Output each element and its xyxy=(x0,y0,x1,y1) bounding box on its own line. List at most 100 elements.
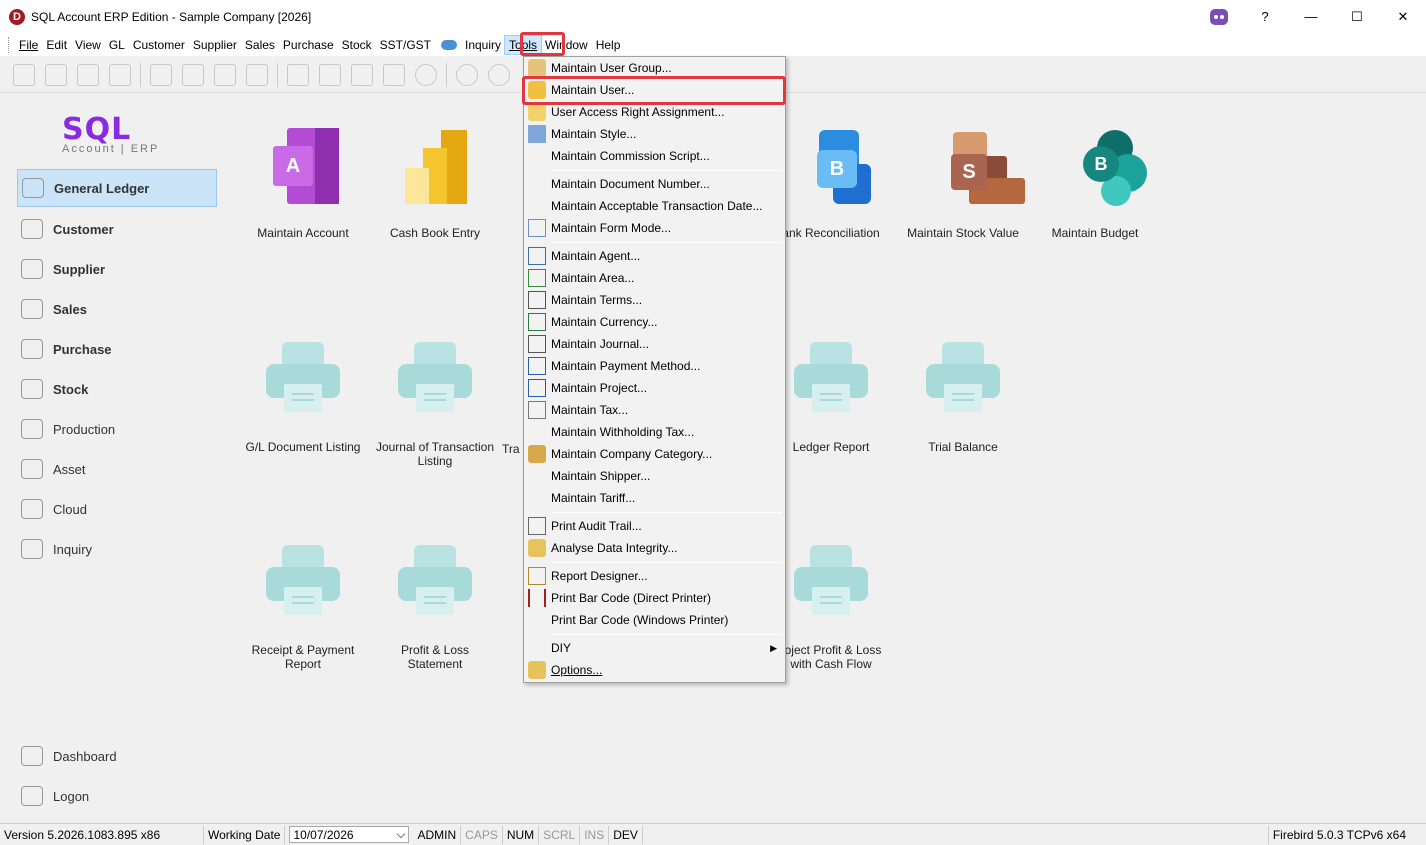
tile-cash-book-entry[interactable]: Cash Book Entry xyxy=(370,128,500,240)
help-button[interactable]: ? xyxy=(1242,0,1288,33)
sidebar-item-inquiry[interactable]: Inquiry xyxy=(17,530,217,568)
menu-sst-gst[interactable]: SST/GST xyxy=(376,36,435,54)
menu-edit[interactable]: Edit xyxy=(42,36,71,54)
cashbook-icon xyxy=(395,128,475,208)
next-record-icon[interactable] xyxy=(214,63,236,86)
menu-item-maintain-user[interactable]: Maintain User... xyxy=(526,79,783,101)
new-icon[interactable] xyxy=(287,63,309,86)
brand-logo: SQL Account | ERP xyxy=(62,112,160,155)
sidebar-item-customer[interactable]: Customer xyxy=(17,210,217,248)
printer-icon xyxy=(395,342,475,422)
menu-tools[interactable]: Tools xyxy=(504,34,543,55)
tile-journal-of-transaction-listing[interactable]: Journal of Transaction Listing xyxy=(370,342,500,468)
sidebar-item-logon[interactable]: Logon xyxy=(17,777,217,815)
menu-gl[interactable]: GL xyxy=(105,36,129,54)
menu-item-maintain-terms[interactable]: Maintain Terms... xyxy=(526,289,783,311)
menu-item-maintain-tax[interactable]: Maintain Tax... xyxy=(526,399,783,421)
tile-profit-loss-statement[interactable]: Profit & Loss Statement xyxy=(370,545,500,671)
menu-grip xyxy=(8,36,11,53)
tile-gl-document-listing[interactable]: G/L Document Listing xyxy=(238,342,368,454)
menu-purchase[interactable]: Purchase xyxy=(279,36,338,54)
menu-item-maintain-currency[interactable]: Maintain Currency... xyxy=(526,311,783,333)
menu-view[interactable]: View xyxy=(71,36,105,54)
tile-maintain-budget[interactable]: B Maintain Budget xyxy=(1030,128,1160,240)
terms-icon xyxy=(528,291,546,309)
menu-supplier[interactable]: Supplier xyxy=(189,36,241,54)
tile-maintain-account[interactable]: A Maintain Account xyxy=(238,128,368,240)
menu-item-maintain-user-group[interactable]: Maintain User Group... xyxy=(526,57,783,79)
menu-item-user-access-right[interactable]: User Access Right Assignment... xyxy=(526,101,783,123)
prior-record-icon[interactable] xyxy=(182,63,204,86)
ledger-icon xyxy=(22,178,44,198)
sidebar-item-supplier[interactable]: Supplier xyxy=(17,250,217,288)
menu-item-maintain-payment-method[interactable]: Maintain Payment Method... xyxy=(526,355,783,377)
menu-item-maintain-agent[interactable]: Maintain Agent... xyxy=(526,245,783,267)
menu-item-maintain-withholding-tax[interactable]: Maintain Withholding Tax... xyxy=(526,421,783,443)
menu-item-print-audit-trail[interactable]: Print Audit Trail... xyxy=(526,515,783,537)
project-icon xyxy=(528,379,546,397)
menu-item-maintain-shipper[interactable]: Maintain Shipper... xyxy=(526,465,783,487)
sidebar-item-production[interactable]: Production xyxy=(17,410,217,448)
tile-maintain-stock-value[interactable]: S Maintain Stock Value xyxy=(898,128,1028,240)
menu-item-print-bar-code-windows[interactable]: Print Bar Code (Windows Printer) xyxy=(526,609,783,631)
tile-receipt-payment-report[interactable]: Receipt & Payment Report xyxy=(238,545,368,671)
tools-dropdown-menu: Maintain User Group... Maintain User... … xyxy=(523,56,786,683)
menu-item-maintain-style[interactable]: Maintain Style... xyxy=(526,123,783,145)
menu-item-options[interactable]: Options... xyxy=(526,659,783,681)
cloud-icon[interactable] xyxy=(440,39,457,50)
sidebar-item-dashboard[interactable]: Dashboard xyxy=(17,737,217,775)
menu-item-maintain-tariff[interactable]: Maintain Tariff... xyxy=(526,487,783,509)
menu-item-maintain-company-category[interactable]: Maintain Company Category... xyxy=(526,443,783,465)
menu-window[interactable]: Window xyxy=(541,36,592,54)
sidebar-item-purchase[interactable]: Purchase xyxy=(17,330,217,368)
dashboard-icon xyxy=(21,746,43,766)
home-icon[interactable] xyxy=(13,63,35,86)
sidebar-item-general-ledger[interactable]: General Ledger xyxy=(17,169,217,207)
menu-help[interactable]: Help xyxy=(592,36,625,54)
refresh-icon[interactable] xyxy=(488,63,510,86)
working-date-field[interactable]: 10/07/2026 ⌵ xyxy=(289,826,410,843)
menu-item-maintain-document-number[interactable]: Maintain Document Number... xyxy=(526,173,783,195)
menu-item-maintain-commission-script[interactable]: Maintain Commission Script... xyxy=(526,145,783,167)
close-button[interactable]: ✕ xyxy=(1380,0,1426,33)
cut-icon[interactable] xyxy=(45,63,67,86)
tile-trial-balance[interactable]: Trial Balance xyxy=(898,342,1028,454)
menu-item-maintain-area[interactable]: Maintain Area... xyxy=(526,267,783,289)
minimize-button[interactable]: — xyxy=(1288,0,1334,33)
mascot-icon[interactable] xyxy=(1196,0,1242,33)
menu-stock[interactable]: Stock xyxy=(338,36,376,54)
menu-customer[interactable]: Customer xyxy=(129,36,189,54)
sidebar-item-sales[interactable]: Sales xyxy=(17,290,217,328)
tile-partial-hidden[interactable]: Tra xyxy=(502,442,524,456)
search-icon[interactable] xyxy=(456,63,478,86)
menu-item-maintain-form-mode[interactable]: Maintain Form Mode... xyxy=(526,217,783,239)
edit-icon[interactable] xyxy=(319,63,341,86)
save-icon[interactable] xyxy=(383,63,405,86)
copy-icon[interactable] xyxy=(77,63,99,86)
menu-sales[interactable]: Sales xyxy=(241,36,279,54)
supplier-icon xyxy=(21,259,43,279)
menu-item-analyse-data-integrity[interactable]: Analyse Data Integrity... xyxy=(526,537,783,559)
menu-item-maintain-journal[interactable]: Maintain Journal... xyxy=(526,333,783,355)
production-icon xyxy=(21,419,43,439)
menu-item-print-bar-code-direct[interactable]: Print Bar Code (Direct Printer) xyxy=(526,587,783,609)
audit-trail-icon xyxy=(528,517,546,535)
maximize-button[interactable]: ☐ xyxy=(1334,0,1380,33)
paste-icon[interactable] xyxy=(109,63,131,86)
menu-item-diy[interactable]: DIY ▶ xyxy=(526,637,783,659)
last-record-icon[interactable] xyxy=(246,63,268,86)
menu-inquiry[interactable]: Inquiry xyxy=(461,36,505,54)
menu-file[interactable]: File xyxy=(15,36,42,54)
menu-item-maintain-project[interactable]: Maintain Project... xyxy=(526,377,783,399)
menu-item-maintain-acceptable-transaction-date[interactable]: Maintain Acceptable Transaction Date... xyxy=(526,195,783,217)
sidebar-item-asset[interactable]: Asset xyxy=(17,450,217,488)
user-group-icon xyxy=(528,59,546,77)
access-right-icon xyxy=(528,103,546,121)
delete-icon[interactable] xyxy=(351,63,373,86)
sidebar-item-stock[interactable]: Stock xyxy=(17,370,217,408)
cancel-icon[interactable] xyxy=(415,63,437,86)
first-record-icon[interactable] xyxy=(150,63,172,86)
sidebar-item-cloud[interactable]: Cloud xyxy=(17,490,217,528)
version-label: Version 5.2026.1083.895 x86 xyxy=(0,825,204,844)
menu-item-report-designer[interactable]: Report Designer... xyxy=(526,565,783,587)
